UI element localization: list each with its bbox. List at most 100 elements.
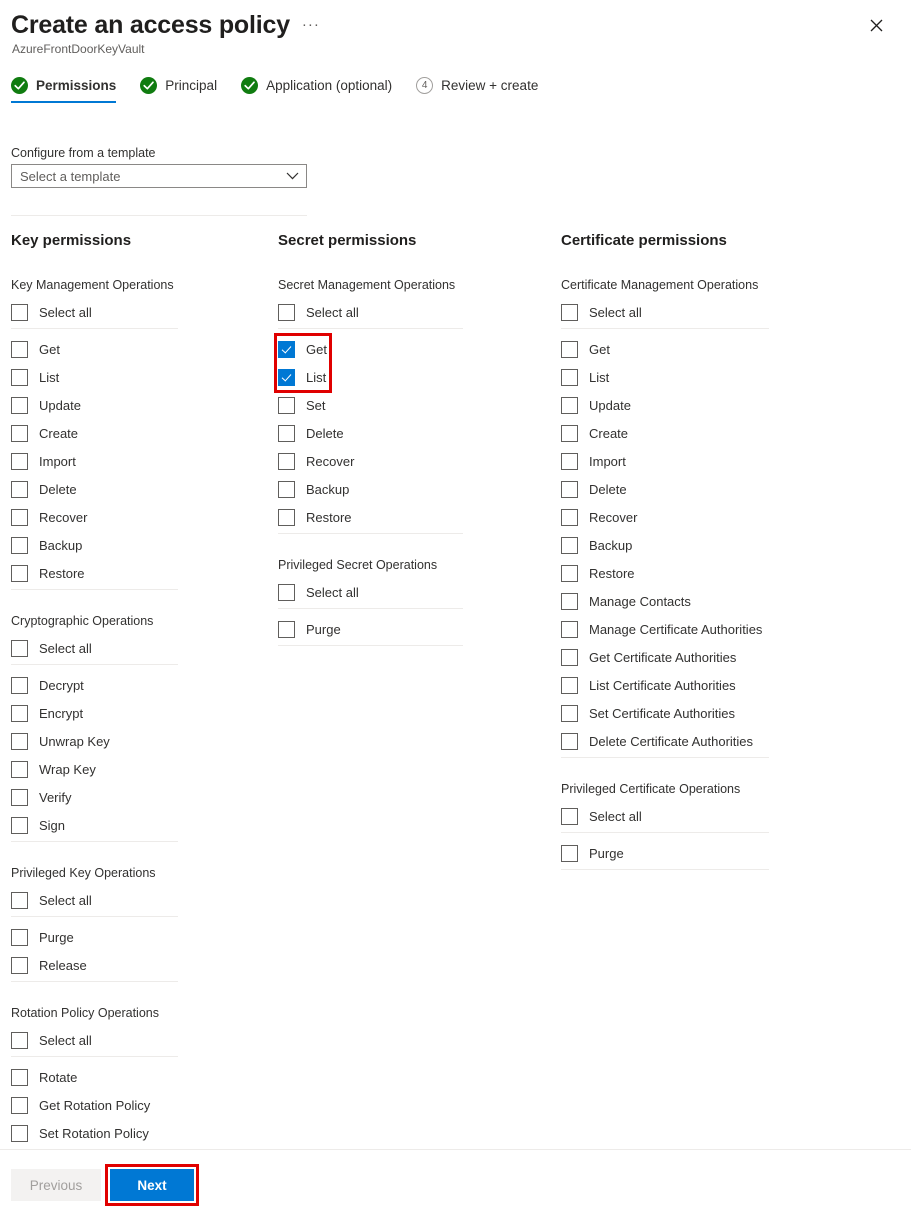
checkbox-certificate-permissions-manage-contacts[interactable]: Manage Contacts (561, 587, 821, 615)
checkbox-certificate-permissions-get-certificate-authorities[interactable]: Get Certificate Authorities (561, 643, 821, 671)
checkbox-unchecked[interactable] (278, 583, 295, 601)
checkbox-key-permissions-sign[interactable]: Sign (11, 811, 251, 839)
checkbox-key-permissions-import[interactable]: Import (11, 447, 251, 475)
checkbox-unchecked[interactable] (561, 536, 578, 554)
checkbox-certificate-permissions-restore[interactable]: Restore (561, 559, 821, 587)
checkbox-unchecked[interactable] (561, 508, 578, 526)
checkbox-key-permissions-set-rotation-policy[interactable]: Set Rotation Policy (11, 1119, 251, 1147)
checkbox-unchecked[interactable] (11, 1096, 28, 1114)
checkbox-certificate-permissions-backup[interactable]: Backup (561, 531, 821, 559)
checkbox-unchecked[interactable] (561, 564, 578, 582)
checkbox-unchecked[interactable] (11, 564, 28, 582)
checkbox-certificate-permissions-manage-certificate-authorities[interactable]: Manage Certificate Authorities (561, 615, 821, 643)
checkbox-unchecked[interactable] (11, 704, 28, 722)
checkbox-unchecked[interactable] (11, 928, 28, 946)
checkbox-unchecked[interactable] (561, 704, 578, 722)
next-button[interactable]: Next (110, 1169, 194, 1201)
checkbox-unchecked[interactable] (561, 452, 578, 470)
checkbox-key-permissions-get-rotation-policy[interactable]: Get Rotation Policy (11, 1091, 251, 1119)
tab-application[interactable]: Application (optional) (241, 77, 392, 103)
select-all-certificate-permissions-0[interactable]: Select all (561, 298, 821, 326)
checkbox-unchecked[interactable] (11, 760, 28, 778)
tab-review-create[interactable]: 4 Review + create (416, 77, 538, 103)
checkbox-key-permissions-release[interactable]: Release (11, 951, 251, 979)
checkbox-unchecked[interactable] (11, 732, 28, 750)
checkbox-key-permissions-backup[interactable]: Backup (11, 531, 251, 559)
checkbox-certificate-permissions-set-certificate-authorities[interactable]: Set Certificate Authorities (561, 699, 821, 727)
checkbox-unchecked[interactable] (561, 396, 578, 414)
checkbox-unchecked[interactable] (11, 1031, 28, 1049)
select-all-key-permissions-0[interactable]: Select all (11, 298, 251, 326)
checkbox-unchecked[interactable] (11, 788, 28, 806)
checkbox-unchecked[interactable] (11, 340, 28, 358)
checkbox-secret-permissions-backup[interactable]: Backup (278, 475, 528, 503)
checkbox-key-permissions-purge[interactable]: Purge (11, 923, 251, 951)
checkbox-unchecked[interactable] (11, 508, 28, 526)
checkbox-certificate-permissions-purge[interactable]: Purge (561, 839, 821, 867)
checkbox-key-permissions-list[interactable]: List (11, 363, 251, 391)
previous-button[interactable]: Previous (11, 1169, 101, 1201)
close-icon[interactable] (863, 12, 889, 38)
checkbox-unchecked[interactable] (561, 620, 578, 638)
checkbox-unchecked[interactable] (278, 452, 295, 470)
select-all-secret-permissions-1[interactable]: Select all (278, 578, 528, 606)
checkbox-unchecked[interactable] (11, 452, 28, 470)
checkbox-unchecked[interactable] (278, 424, 295, 442)
checkbox-unchecked[interactable] (561, 648, 578, 666)
checkbox-key-permissions-decrypt[interactable]: Decrypt (11, 671, 251, 699)
checkbox-unchecked[interactable] (11, 396, 28, 414)
select-all-certificate-permissions-1[interactable]: Select all (561, 802, 821, 830)
checkbox-certificate-permissions-recover[interactable]: Recover (561, 503, 821, 531)
checkbox-key-permissions-update[interactable]: Update (11, 391, 251, 419)
checkbox-key-permissions-delete[interactable]: Delete (11, 475, 251, 503)
checkbox-unchecked[interactable] (11, 1068, 28, 1086)
checkbox-unchecked[interactable] (11, 368, 28, 386)
checkbox-unchecked[interactable] (278, 303, 295, 321)
checkbox-unchecked[interactable] (561, 592, 578, 610)
checkbox-secret-permissions-set[interactable]: Set (278, 391, 528, 419)
select-all-key-permissions-1[interactable]: Select all (11, 634, 251, 662)
checkbox-secret-permissions-delete[interactable]: Delete (278, 419, 528, 447)
checkbox-secret-permissions-recover[interactable]: Recover (278, 447, 528, 475)
checkbox-certificate-permissions-list-certificate-authorities[interactable]: List Certificate Authorities (561, 671, 821, 699)
checkbox-certificate-permissions-get[interactable]: Get (561, 335, 821, 363)
checkbox-unchecked[interactable] (11, 891, 28, 909)
checkbox-checked[interactable] (278, 368, 295, 386)
checkbox-key-permissions-encrypt[interactable]: Encrypt (11, 699, 251, 727)
checkbox-unchecked[interactable] (11, 816, 28, 834)
checkbox-key-permissions-wrap-key[interactable]: Wrap Key (11, 755, 251, 783)
checkbox-certificate-permissions-update[interactable]: Update (561, 391, 821, 419)
checkbox-secret-permissions-list[interactable]: List (278, 363, 528, 391)
checkbox-certificate-permissions-delete-certificate-authorities[interactable]: Delete Certificate Authorities (561, 727, 821, 755)
checkbox-key-permissions-recover[interactable]: Recover (11, 503, 251, 531)
checkbox-unchecked[interactable] (561, 844, 578, 862)
tab-permissions[interactable]: Permissions (11, 77, 117, 103)
checkbox-unchecked[interactable] (561, 676, 578, 694)
checkbox-unchecked[interactable] (11, 639, 28, 657)
template-select[interactable]: Select a template (11, 164, 307, 188)
checkbox-secret-permissions-restore[interactable]: Restore (278, 503, 528, 531)
checkbox-key-permissions-unwrap-key[interactable]: Unwrap Key (11, 727, 251, 755)
checkbox-unchecked[interactable] (278, 396, 295, 414)
checkbox-certificate-permissions-delete[interactable]: Delete (561, 475, 821, 503)
checkbox-unchecked[interactable] (561, 807, 578, 825)
checkbox-unchecked[interactable] (278, 480, 295, 498)
checkbox-unchecked[interactable] (278, 620, 295, 638)
checkbox-unchecked[interactable] (561, 480, 578, 498)
checkbox-checked[interactable] (278, 340, 295, 358)
select-all-key-permissions-2[interactable]: Select all (11, 886, 251, 914)
checkbox-unchecked[interactable] (561, 303, 578, 321)
checkbox-unchecked[interactable] (11, 480, 28, 498)
checkbox-certificate-permissions-create[interactable]: Create (561, 419, 821, 447)
checkbox-key-permissions-rotate[interactable]: Rotate (11, 1063, 251, 1091)
checkbox-unchecked[interactable] (561, 732, 578, 750)
checkbox-secret-permissions-purge[interactable]: Purge (278, 615, 528, 643)
checkbox-unchecked[interactable] (11, 303, 28, 321)
tab-principal[interactable]: Principal (140, 77, 217, 103)
checkbox-unchecked[interactable] (561, 368, 578, 386)
checkbox-certificate-permissions-import[interactable]: Import (561, 447, 821, 475)
checkbox-unchecked[interactable] (11, 956, 28, 974)
checkbox-key-permissions-create[interactable]: Create (11, 419, 251, 447)
checkbox-key-permissions-restore[interactable]: Restore (11, 559, 251, 587)
checkbox-unchecked[interactable] (561, 340, 578, 358)
